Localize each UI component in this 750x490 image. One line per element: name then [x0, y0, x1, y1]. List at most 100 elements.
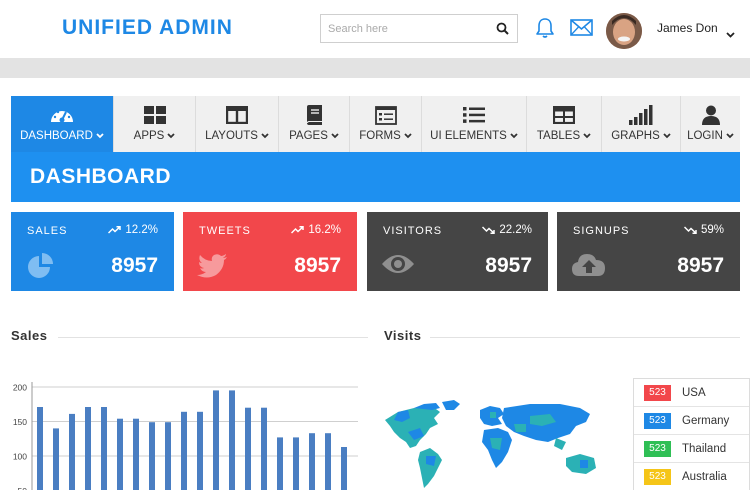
trend-down-icon [482, 226, 496, 234]
stat-value: 8957 [677, 254, 724, 277]
y-tick-label: 50 [18, 486, 28, 490]
nav-item-dashboard[interactable]: DASHBOARD [11, 96, 114, 152]
bell-icon[interactable] [534, 17, 556, 44]
chart-bar[interactable] [165, 422, 171, 490]
chart-bar[interactable] [117, 418, 123, 490]
nav-item-pages[interactable]: PAGES [279, 96, 350, 152]
chart-bar[interactable] [181, 411, 187, 490]
chart-bar[interactable] [101, 407, 107, 490]
chart-bar[interactable] [85, 407, 91, 490]
chart-bar[interactable] [261, 407, 267, 490]
stat-card-tweets[interactable]: TWEETS 16.2% 8957 [183, 212, 357, 291]
signal-bars-icon [629, 105, 653, 125]
nav-item-apps[interactable]: APPS [114, 96, 196, 152]
chart-bar[interactable] [69, 413, 75, 490]
trend-up-icon [291, 226, 305, 234]
nav-item-layouts[interactable]: LAYOUTS [196, 96, 279, 152]
nav-label-apps: APPS [133, 130, 165, 142]
chart-bar[interactable] [277, 437, 283, 490]
chart-bar[interactable] [309, 433, 315, 490]
y-tick-label: 100 [13, 452, 27, 462]
trend-down-icon [683, 226, 697, 234]
nav-label-ui-elements: UI ELEMENTS [430, 130, 507, 142]
stat-value: 8957 [111, 254, 158, 277]
chevron-down-icon [663, 133, 671, 139]
country-name: Thailand [682, 442, 727, 455]
chart-bar[interactable] [293, 437, 299, 490]
nav-item-ui-elements[interactable]: UI ELEMENTS [422, 96, 527, 152]
search-box[interactable] [320, 14, 518, 43]
stat-value: 8957 [294, 254, 341, 277]
chevron-down-icon [261, 133, 269, 139]
stat-title: TWEETS [199, 225, 251, 237]
chart-bar[interactable] [133, 418, 139, 490]
user-icon [701, 105, 721, 125]
stat-card-sales[interactable]: SALES 12.2% 8957 [11, 212, 174, 291]
chart-bar[interactable] [229, 390, 235, 490]
mail-icon[interactable] [570, 19, 593, 41]
country-name: Australia [682, 470, 727, 483]
stat-trend-value: 59% [700, 224, 724, 236]
map-north-america [385, 403, 440, 448]
top-header: UNIFIED ADMIN James Don [0, 0, 750, 58]
chevron-down-icon[interactable] [726, 25, 735, 43]
chart-bar[interactable] [213, 390, 219, 490]
country-name: USA [682, 386, 706, 399]
map-south-america [418, 448, 442, 488]
avatar[interactable] [606, 13, 642, 49]
eye-icon [381, 252, 415, 281]
page-title-banner: DASHBOARD [11, 152, 740, 202]
map-africa [482, 428, 512, 468]
legend-row-germany[interactable]: 523 Germany [634, 407, 749, 435]
stat-trend: 59% [683, 224, 724, 236]
chart-bar[interactable] [53, 428, 59, 490]
stat-title: SALES [27, 225, 68, 237]
chart-bar[interactable] [245, 407, 251, 490]
stat-card-signups[interactable]: SIGNUPS 59% 8957 [557, 212, 740, 291]
stat-card-visitors[interactable]: VISITORS 22.2% 8957 [367, 212, 548, 291]
chart-bar[interactable] [325, 433, 331, 490]
table-icon [553, 105, 575, 125]
chart-bar[interactable] [197, 411, 203, 490]
nav-item-forms[interactable]: FORMS [350, 96, 422, 152]
chart-bar[interactable] [37, 407, 43, 490]
chevron-down-icon [404, 133, 412, 139]
user-name[interactable]: James Don [657, 21, 718, 35]
stat-trend: 16.2% [291, 224, 341, 236]
nav-item-tables[interactable]: TABLES [527, 96, 602, 152]
nav-label-graphs: GRAPHS [611, 130, 660, 142]
legend-row-thailand[interactable]: 523 Thailand [634, 435, 749, 463]
section-divider [58, 337, 368, 338]
main-nav: DASHBOARD APPS LAYOUTS PAGES FORMS UI EL… [11, 96, 740, 152]
count-badge: 523 [644, 412, 671, 429]
nav-item-login[interactable]: LOGIN [681, 96, 740, 152]
map-europe [480, 406, 504, 426]
search-input[interactable] [321, 15, 491, 42]
chevron-down-icon [167, 133, 175, 139]
apps-grid-icon [143, 105, 166, 125]
legend-row-australia[interactable]: 523 Australia [634, 463, 749, 490]
nav-item-graphs[interactable]: GRAPHS [602, 96, 681, 152]
stat-title: SIGNUPS [573, 225, 630, 237]
brand-logo[interactable]: UNIFIED ADMIN [62, 16, 233, 40]
sales-bar-chart: 200 150 100 50 [13, 382, 358, 490]
visits-legend: 523 USA 523 Germany 523 Thailand 523 Aus… [633, 378, 750, 490]
page-title: DASHBOARD [30, 165, 171, 188]
country-name: Germany [682, 414, 730, 427]
twitter-icon [197, 252, 229, 285]
chart-bar[interactable] [149, 422, 155, 490]
search-icon[interactable] [496, 22, 509, 40]
legend-row-usa[interactable]: 523 USA [634, 379, 749, 407]
book-icon [305, 105, 323, 125]
map-australia [566, 454, 596, 474]
stat-trend-value: 12.2% [125, 224, 158, 236]
form-icon [374, 105, 397, 125]
chevron-down-icon [510, 133, 518, 139]
count-badge: 523 [644, 440, 671, 457]
nav-label-layouts: LAYOUTS [205, 130, 258, 142]
y-tick-label: 200 [13, 383, 27, 393]
chevron-down-icon [96, 133, 104, 139]
chart-bar[interactable] [341, 447, 347, 490]
pie-chart-icon [25, 252, 57, 285]
y-tick-label: 150 [13, 417, 27, 427]
